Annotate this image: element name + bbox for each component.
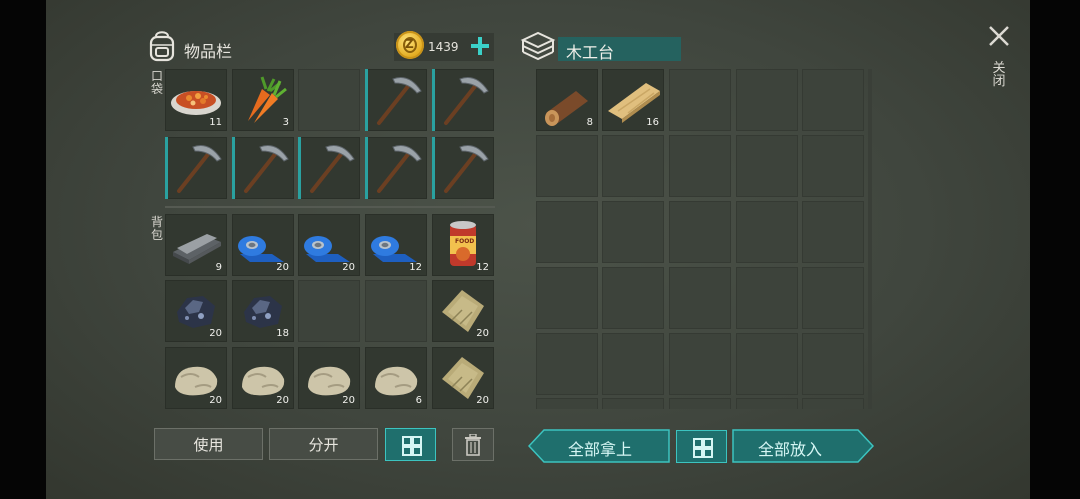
grid-icon bbox=[692, 437, 713, 458]
workbench-slot[interactable] bbox=[602, 267, 664, 329]
item-count: 16 bbox=[646, 117, 659, 128]
workbench-slot[interactable] bbox=[736, 333, 798, 395]
workbench-slot[interactable] bbox=[536, 201, 598, 263]
take-all-button[interactable]: 全部拿上 bbox=[528, 429, 670, 463]
workbench-slot[interactable] bbox=[736, 398, 798, 409]
workbench-slot[interactable] bbox=[736, 69, 798, 131]
grid-icon bbox=[401, 435, 422, 456]
workbench-slot[interactable] bbox=[602, 398, 664, 409]
workbench-slot[interactable]: 16 bbox=[602, 69, 664, 131]
workbench-slot[interactable] bbox=[736, 135, 798, 197]
split-button[interactable]: 分开 bbox=[269, 428, 378, 460]
inventory-screen: 物品栏 Z 1439 木工台 关闭 口袋 背包 11 3 9 20 20 12 … bbox=[46, 0, 1030, 499]
workbench-slot[interactable] bbox=[736, 201, 798, 263]
workbench-slot[interactable] bbox=[802, 201, 864, 263]
workbench-slot[interactable]: 8 bbox=[536, 69, 598, 131]
put-all-button[interactable]: 全部放入 bbox=[732, 429, 874, 463]
workbench-slot[interactable] bbox=[602, 333, 664, 395]
workbench-slot[interactable] bbox=[536, 267, 598, 329]
put-all-label: 全部放入 bbox=[758, 440, 823, 459]
workbench-slot[interactable] bbox=[736, 267, 798, 329]
workbench-slot[interactable] bbox=[536, 398, 598, 409]
workbench-slot[interactable] bbox=[802, 398, 864, 409]
right-letterbox bbox=[1030, 0, 1080, 499]
take-all-label: 全部拿上 bbox=[568, 440, 633, 459]
workbench-slot[interactable] bbox=[802, 69, 864, 131]
workbench-slot[interactable] bbox=[669, 333, 731, 395]
workbench-slot[interactable] bbox=[602, 201, 664, 263]
workbench-slot[interactable] bbox=[669, 69, 731, 131]
workbench-slot[interactable] bbox=[669, 267, 731, 329]
workbench-slot[interactable] bbox=[669, 398, 731, 409]
workbench-slot[interactable] bbox=[536, 135, 598, 197]
trash-button[interactable] bbox=[452, 428, 494, 461]
workbench-scrollbar[interactable] bbox=[868, 69, 872, 409]
workbench-slot[interactable] bbox=[602, 135, 664, 197]
workbench-slot[interactable] bbox=[802, 135, 864, 197]
workbench-slot[interactable] bbox=[802, 267, 864, 329]
sort-button[interactable] bbox=[385, 428, 436, 461]
workbench-slot[interactable] bbox=[669, 135, 731, 197]
left-letterbox bbox=[0, 0, 46, 499]
workbench-grid: 8 16 bbox=[46, 0, 1030, 409]
workbench-sort-button[interactable] bbox=[676, 430, 727, 463]
workbench-slot[interactable] bbox=[536, 333, 598, 395]
workbench-slot[interactable] bbox=[802, 333, 864, 395]
trash-icon bbox=[464, 432, 482, 456]
use-button[interactable]: 使用 bbox=[154, 428, 263, 460]
workbench-slot[interactable] bbox=[669, 201, 731, 263]
game-screen: 物品栏 Z 1439 木工台 关闭 口袋 背包 11 3 9 20 20 12 … bbox=[0, 0, 1080, 499]
item-count: 8 bbox=[586, 117, 593, 128]
